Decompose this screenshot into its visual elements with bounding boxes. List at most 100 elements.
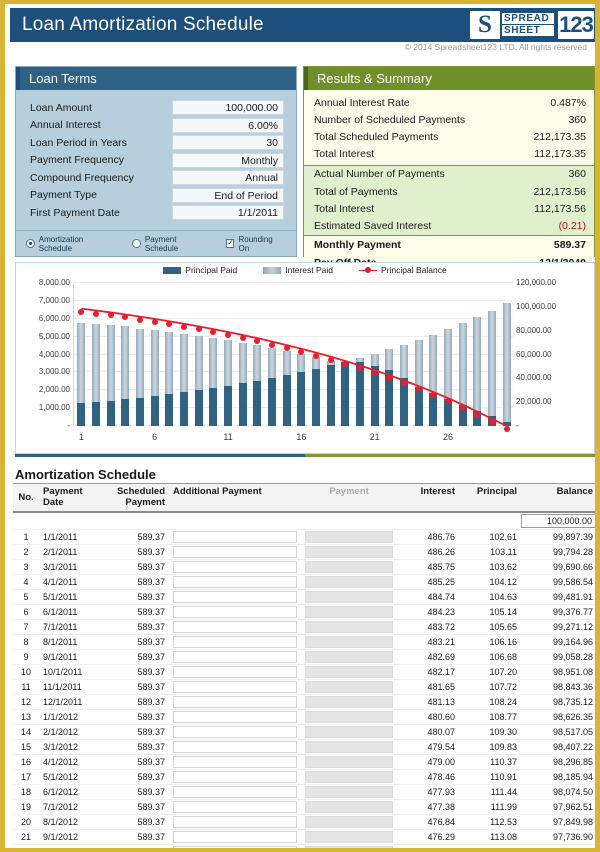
cell-additional-payment[interactable] xyxy=(169,694,301,710)
cell-scheduled-payment: 589.37 xyxy=(101,589,169,605)
radio-payment-schedule[interactable]: Payment Schedule xyxy=(132,235,210,253)
cell-additional-payment[interactable] xyxy=(169,529,301,545)
loan-term-input[interactable]: 6.00% xyxy=(172,117,284,133)
cell-scheduled-payment: 589.37 xyxy=(101,709,169,725)
cell-additional-payment[interactable] xyxy=(169,784,301,800)
additional-payment-input[interactable] xyxy=(173,621,297,633)
cell-additional-payment[interactable] xyxy=(169,589,301,605)
additional-payment-input[interactable] xyxy=(173,816,297,828)
copyright-text: © 2014 Spreadsheet123 LTD. All rights re… xyxy=(404,42,587,52)
cell-scheduled-payment: 589.37 xyxy=(101,844,169,848)
additional-payment-input[interactable] xyxy=(173,666,297,678)
additional-payment-input[interactable] xyxy=(173,726,297,738)
loan-term-label: Loan Period in Years xyxy=(30,136,127,149)
cell-additional-payment[interactable] xyxy=(169,739,301,755)
cell-additional-payment[interactable] xyxy=(169,559,301,575)
loan-term-input[interactable]: 1/1/2011 xyxy=(172,205,284,221)
col-header-payment-date[interactable]: Payment Date xyxy=(39,483,101,513)
additional-payment-input[interactable] xyxy=(173,606,297,618)
cell-scheduled-payment: 589.37 xyxy=(101,529,169,545)
loan-term-input[interactable]: 30 xyxy=(172,135,284,151)
payment-readonly-cell xyxy=(305,741,393,753)
additional-payment-input[interactable] xyxy=(173,801,297,813)
cell-scheduled-payment: 589.37 xyxy=(101,559,169,575)
cell-payment-date: 7/1/2011 xyxy=(39,619,101,635)
loan-term-input[interactable]: Annual xyxy=(172,170,284,186)
additional-payment-input[interactable] xyxy=(173,561,297,573)
cell-additional-payment[interactable] xyxy=(169,814,301,830)
cell-payment xyxy=(301,814,397,830)
cell-additional-payment[interactable] xyxy=(169,709,301,725)
cell-additional-payment[interactable] xyxy=(169,679,301,695)
logo-wordmark: SPREAD SHEET xyxy=(500,11,558,39)
additional-payment-input[interactable] xyxy=(173,651,297,663)
cell-no: 17 xyxy=(13,769,39,785)
cell-balance: 99,271.12 xyxy=(521,619,595,635)
table-row: 7 7/1/2011 589.37 483.72 105.65 99,271.12 xyxy=(13,619,595,635)
cell-additional-payment[interactable] xyxy=(169,544,301,560)
result-row: Monthly Payment 589.37 xyxy=(314,236,586,254)
cell-interest: 482.17 xyxy=(397,664,459,680)
additional-payment-input[interactable] xyxy=(173,681,297,693)
checkmark-icon[interactable] xyxy=(225,239,235,248)
additional-payment-input[interactable] xyxy=(173,576,297,588)
cell-additional-payment[interactable] xyxy=(169,724,301,740)
loan-term-label: Loan Amount xyxy=(30,101,92,114)
cell-payment-date: 6/1/2012 xyxy=(39,784,101,800)
cell-additional-payment[interactable] xyxy=(169,769,301,785)
additional-payment-input[interactable] xyxy=(173,591,297,603)
cell-additional-payment[interactable] xyxy=(169,664,301,680)
cell-interest: 480.60 xyxy=(397,709,459,725)
result-label: Monthly Payment xyxy=(314,238,401,251)
radio-off-icon[interactable] xyxy=(132,239,141,248)
loan-term-row: Payment Frequency Monthly xyxy=(30,152,284,170)
result-row: Annual Interest Rate 0.487% xyxy=(314,94,586,111)
loan-term-row: Loan Period in Years 30 xyxy=(30,134,284,152)
loan-term-input[interactable]: Monthly xyxy=(172,152,284,168)
chart-balance-marker xyxy=(107,312,114,319)
radio-amortization-label: Amortization Schedule xyxy=(38,234,84,253)
logo-word-sheet: SHEET xyxy=(502,25,554,36)
cell-additional-payment[interactable] xyxy=(169,829,301,845)
app-header: Loan Amortization Schedule S SPREAD SHEE… xyxy=(10,8,595,42)
additional-payment-input[interactable] xyxy=(173,831,297,843)
col-header-principal[interactable]: Principal xyxy=(459,483,521,513)
cell-balance: 98,951.08 xyxy=(521,664,595,680)
chart-balance-marker xyxy=(181,323,187,330)
additional-payment-input[interactable] xyxy=(173,741,297,753)
loan-term-input[interactable]: End of Period xyxy=(172,187,284,203)
col-header-additional-payment[interactable]: Additional Payment xyxy=(169,483,301,513)
col-header-scheduled-payment[interactable]: Scheduled Payment xyxy=(101,483,169,513)
additional-payment-input[interactable] xyxy=(173,846,297,848)
cell-additional-payment[interactable] xyxy=(169,619,301,635)
cell-balance: 99,481.91 xyxy=(521,589,595,605)
radio-on-icon[interactable] xyxy=(26,239,35,248)
additional-payment-input[interactable] xyxy=(173,756,297,768)
additional-payment-input[interactable] xyxy=(173,696,297,708)
loan-term-input[interactable]: 100,000.00 xyxy=(172,100,284,116)
col-header-payment[interactable]: Payment xyxy=(301,483,397,513)
col-header-no[interactable]: No. xyxy=(13,483,39,513)
checkbox-rounding-on[interactable]: Rounding On xyxy=(225,235,284,253)
col-header-balance[interactable]: Balance xyxy=(521,483,595,513)
additional-payment-input[interactable] xyxy=(173,636,297,648)
radio-amortization-schedule[interactable]: Amortization Schedule xyxy=(26,235,116,253)
col-header-interest[interactable]: Interest xyxy=(397,483,459,513)
chart-balance-marker xyxy=(357,365,363,372)
cell-balance: 98,517.05 xyxy=(521,724,595,740)
cell-additional-payment[interactable] xyxy=(169,649,301,665)
cell-interest: 481.13 xyxy=(397,694,459,710)
cell-additional-payment[interactable] xyxy=(169,634,301,650)
additional-payment-input[interactable] xyxy=(173,786,297,798)
additional-payment-input[interactable] xyxy=(173,531,297,543)
additional-payment-input[interactable] xyxy=(173,771,297,783)
chart-balance-marker xyxy=(474,411,481,418)
additional-payment-input[interactable] xyxy=(173,711,297,723)
cell-additional-payment[interactable] xyxy=(169,799,301,815)
cell-additional-payment[interactable] xyxy=(169,574,301,590)
cell-additional-payment[interactable] xyxy=(169,604,301,620)
cell-additional-payment[interactable] xyxy=(169,754,301,770)
additional-payment-input[interactable] xyxy=(173,546,297,558)
result-value: 212,173.56 xyxy=(533,185,586,198)
cell-additional-payment[interactable] xyxy=(169,844,301,848)
